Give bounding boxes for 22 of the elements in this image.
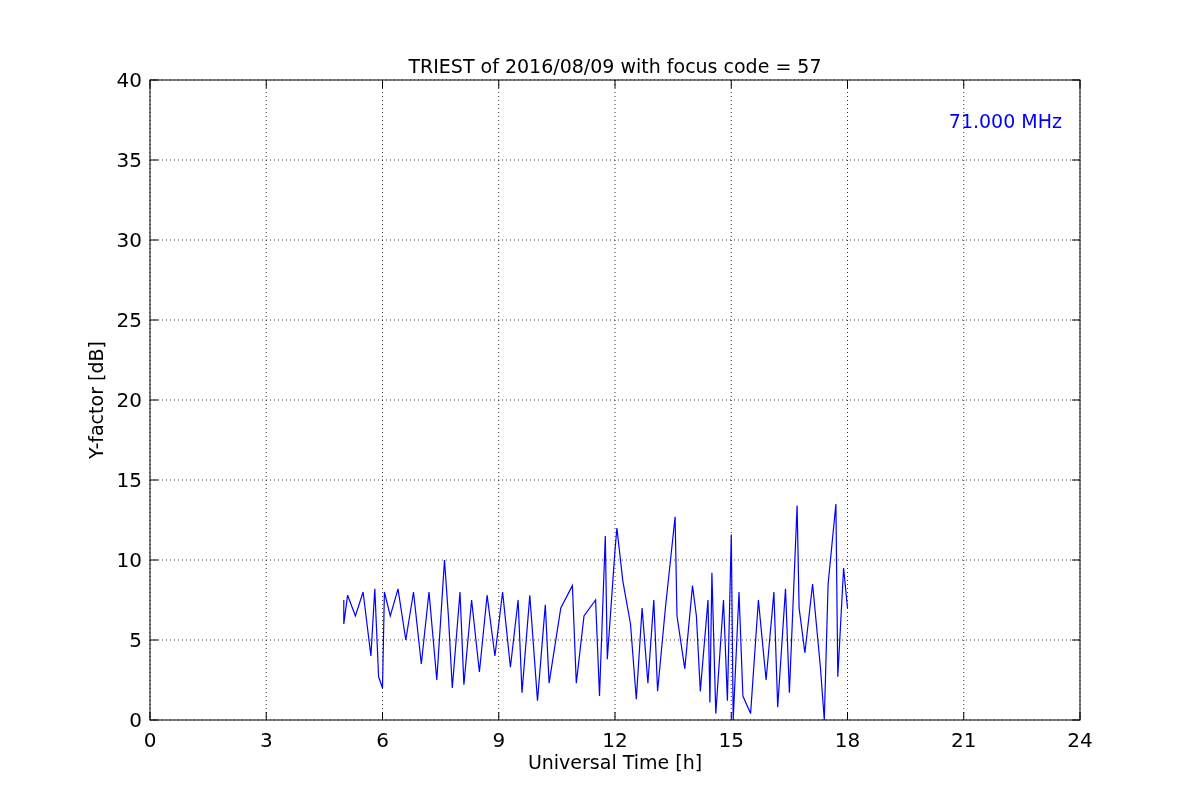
x-tick-label: 6: [376, 728, 389, 752]
x-tick-label: 3: [259, 728, 273, 752]
x-axis-label: Universal Time [h]: [527, 751, 703, 773]
x-tick-label: 12: [602, 728, 628, 752]
x-tick-label: 0: [143, 728, 157, 752]
x-tick-label: 21: [951, 728, 977, 752]
y-tick-label: 35: [116, 148, 142, 172]
y-tick-label: 5: [129, 628, 142, 652]
x-tick-label: 15: [718, 728, 744, 752]
x-tick-label: 18: [834, 728, 861, 752]
y-tick-label: 20: [116, 388, 142, 412]
y-tick-label: 10: [116, 548, 142, 572]
y-tick-label: 0: [129, 708, 142, 732]
y-axis-label: Y-factor [dB]: [85, 341, 107, 459]
y-tick-label: 15: [116, 468, 142, 492]
y-tick-label: 40: [116, 68, 142, 92]
frequency-label: 71.000 MHz: [948, 110, 1062, 132]
y-tick-label: 30: [116, 228, 142, 252]
x-tick-label: 9: [492, 728, 506, 752]
chart-title: TRIEST of 2016/08/09 with focus code = 57: [408, 55, 822, 77]
y-tick-label: 25: [116, 308, 142, 332]
x-tick-label: 24: [1067, 728, 1093, 752]
